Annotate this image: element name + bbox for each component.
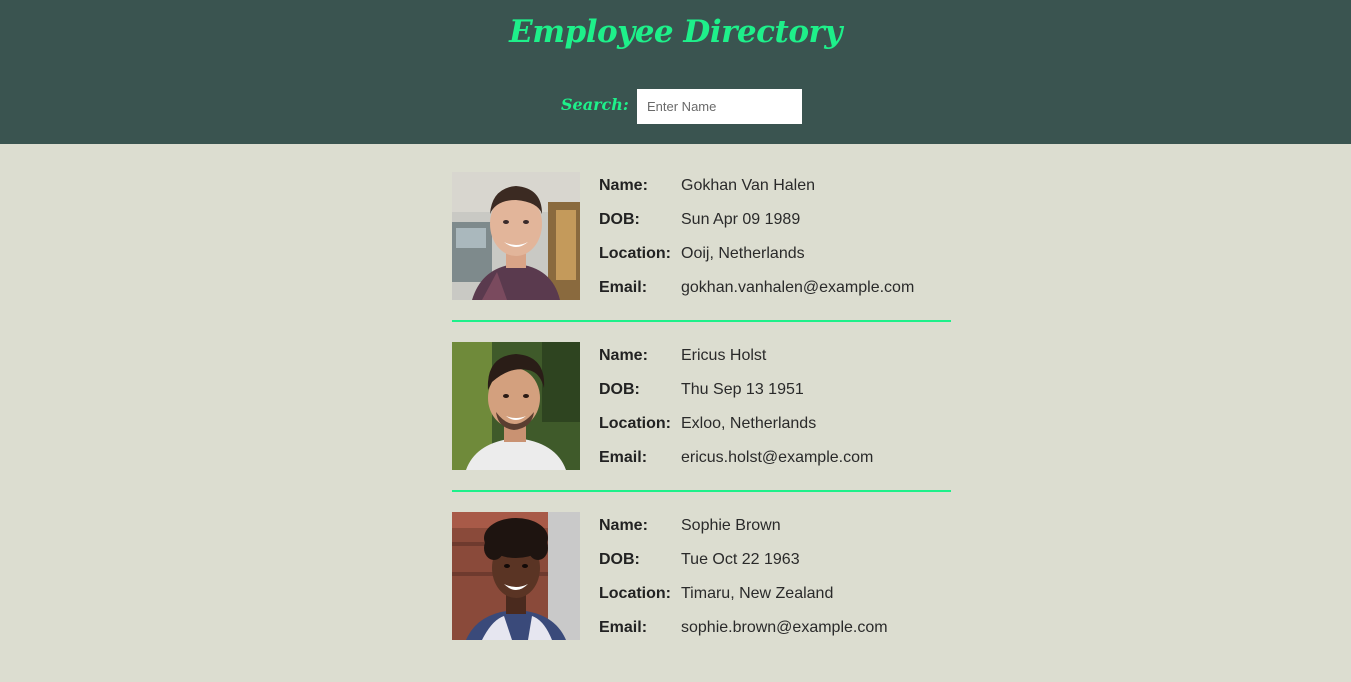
employee-dob: Thu Sep 13 1951 xyxy=(681,381,804,398)
email-label: Email: xyxy=(599,449,648,466)
name-label: Name: xyxy=(599,347,648,364)
employee-card: Name: Sophie Brown DOB: Tue Oct 22 1963 … xyxy=(452,512,951,682)
employee-email: gokhan.vanhalen@example.com xyxy=(681,279,915,296)
page-header: Employee Directory Search: xyxy=(0,0,1351,144)
employee-email: ericus.holst@example.com xyxy=(681,449,874,466)
location-label: Location: xyxy=(599,415,671,432)
employee-photo xyxy=(452,512,580,640)
location-label: Location: xyxy=(599,585,671,602)
name-label: Name: xyxy=(599,517,648,534)
email-label: Email: xyxy=(599,619,648,636)
employee-location: Timaru, New Zealand xyxy=(681,585,834,602)
employee-dob: Tue Oct 22 1963 xyxy=(681,551,800,568)
employee-card: Name: Ericus Holst DOB: Thu Sep 13 1951 … xyxy=(452,342,951,512)
employee-location: Ooij, Netherlands xyxy=(681,245,805,262)
page-title: Employee Directory xyxy=(509,14,842,50)
name-label: Name: xyxy=(599,177,648,194)
employee-card: Name: Gokhan Van Halen DOB: Sun Apr 09 1… xyxy=(452,172,951,342)
employee-name: Sophie Brown xyxy=(681,517,781,534)
dob-label: DOB: xyxy=(599,211,640,228)
employee-photo xyxy=(452,342,580,470)
card-divider xyxy=(452,490,951,492)
employee-location: Exloo, Netherlands xyxy=(681,415,817,432)
search-input[interactable] xyxy=(637,89,802,124)
employee-photo xyxy=(452,172,580,300)
employee-email: sophie.brown@example.com xyxy=(681,619,888,636)
employee-name: Ericus Holst xyxy=(681,347,767,364)
dob-label: DOB: xyxy=(599,381,640,398)
employee-name: Gokhan Van Halen xyxy=(681,177,816,194)
dob-label: DOB: xyxy=(599,551,640,568)
location-label: Location: xyxy=(599,245,671,262)
card-divider xyxy=(452,320,951,322)
search-label: Search: xyxy=(561,95,629,114)
employee-dob: Sun Apr 09 1989 xyxy=(681,211,801,228)
email-label: Email: xyxy=(599,279,648,296)
